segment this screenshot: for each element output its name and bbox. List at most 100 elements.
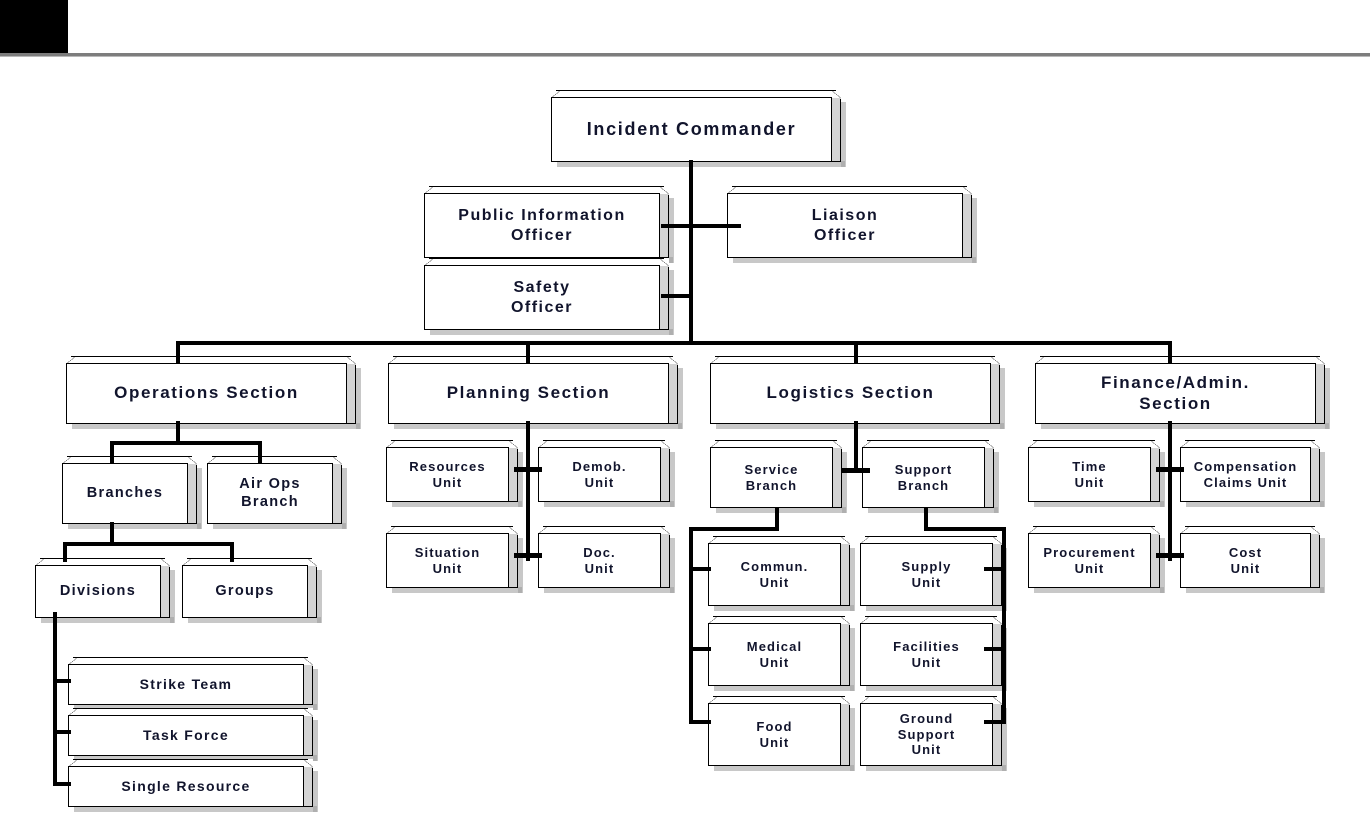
connector-stub-medical-unit — [689, 647, 711, 651]
connector-drop-branches — [110, 441, 114, 463]
node-divisions[interactable]: Divisions — [35, 558, 175, 623]
node-label: Medical Unit — [746, 638, 803, 670]
node-label: Liaison Officer — [811, 206, 879, 244]
box-side — [992, 703, 1002, 766]
node-commun-unit[interactable]: Commun. Unit — [708, 536, 855, 611]
node-label: Procurement Unit — [1043, 544, 1136, 576]
node-label: Air Ops Branch — [239, 475, 301, 510]
node-label: Service Branch — [744, 461, 799, 493]
box-shadow-right — [1160, 452, 1165, 507]
node-resources-unit[interactable]: Resources Unit — [386, 440, 523, 507]
connector-stub-commun-unit — [689, 567, 711, 571]
node-public-information-officer[interactable]: Public Information Officer — [424, 186, 674, 263]
node-cost-unit[interactable]: Cost Unit — [1180, 526, 1325, 593]
box-shadow-right — [518, 452, 523, 507]
node-time-unit[interactable]: Time Unit — [1028, 440, 1165, 507]
node-logistics-section[interactable]: Logistics Section — [710, 356, 1005, 429]
box-shadow-right — [356, 368, 361, 429]
connector-planning-row1 — [514, 467, 542, 472]
box-side — [187, 463, 197, 524]
box-shadow-right — [313, 771, 318, 812]
connector-finance-row2 — [1156, 553, 1184, 558]
box-shadow-right — [841, 102, 846, 167]
box-shadow-right — [994, 452, 999, 513]
node-task-force[interactable]: Task Force — [68, 708, 318, 761]
box-face: Logistics Section — [710, 363, 991, 424]
node-supply-unit[interactable]: Supply Unit — [860, 536, 1007, 611]
node-label: Supply Unit — [901, 558, 952, 590]
node-label: Branches — [86, 484, 164, 501]
node-label: Task Force — [143, 726, 229, 743]
node-safety-officer[interactable]: Safety Officer — [424, 258, 674, 335]
box-side — [660, 447, 670, 502]
node-single-resource[interactable]: Single Resource — [68, 759, 318, 812]
box-face: Situation Unit — [386, 533, 509, 588]
box-face: Ground Support Unit — [860, 703, 993, 766]
node-groups[interactable]: Groups — [182, 558, 322, 623]
box-side — [346, 363, 356, 424]
node-support-branch[interactable]: Support Branch — [862, 440, 999, 513]
box-shadow-right — [972, 198, 977, 263]
box-side — [508, 533, 518, 588]
node-label: Commun. Unit — [740, 558, 809, 590]
connector-stub-task-force — [53, 730, 71, 734]
box-side — [984, 447, 994, 508]
box-face: Cost Unit — [1180, 533, 1311, 588]
node-demob-unit[interactable]: Demob. Unit — [538, 440, 675, 507]
connector-support-branch-elbow — [924, 527, 1006, 531]
box-shadow-right — [317, 570, 322, 623]
node-doc-unit[interactable]: Doc. Unit — [538, 526, 675, 593]
box-shadow-right — [850, 708, 855, 771]
box-shadow-right — [669, 198, 674, 263]
box-side — [832, 447, 842, 508]
box-face: Finance/Admin. Section — [1035, 363, 1316, 424]
node-label: Ground Support Unit — [897, 710, 956, 758]
box-side — [303, 664, 313, 705]
box-shadow-right — [1320, 538, 1325, 593]
connector-service-spine — [689, 527, 693, 724]
node-facilities-unit[interactable]: Facilities Unit — [860, 616, 1007, 691]
box-face: Resources Unit — [386, 447, 509, 502]
node-planning-section[interactable]: Planning Section — [388, 356, 683, 429]
node-incident-commander[interactable]: Incident Commander — [551, 90, 846, 167]
box-face: Air Ops Branch — [207, 463, 333, 524]
node-compensation-claims-unit[interactable]: Compensation Claims Unit — [1180, 440, 1325, 507]
box-face: Single Resource — [68, 766, 304, 807]
node-label: Operations Section — [114, 383, 299, 403]
box-shadow-right — [670, 452, 675, 507]
box-shadow-right — [670, 538, 675, 593]
connector-command-staff-row — [661, 224, 741, 228]
connector-service-branch-elbow — [689, 527, 779, 531]
box-face: Groups — [182, 565, 308, 618]
node-service-branch[interactable]: Service Branch — [710, 440, 847, 513]
box-face: Food Unit — [708, 703, 841, 766]
node-ground-support-unit[interactable]: Ground Support Unit — [860, 696, 1007, 771]
node-strike-team[interactable]: Strike Team — [68, 657, 318, 710]
connector-stub-facilities-unit — [984, 647, 1006, 651]
node-procurement-unit[interactable]: Procurement Unit — [1028, 526, 1165, 593]
box-shadow-right — [518, 538, 523, 593]
box-shadow-right — [1325, 368, 1330, 429]
node-food-unit[interactable]: Food Unit — [708, 696, 855, 771]
box-face: Facilities Unit — [860, 623, 993, 686]
node-finance-admin-section[interactable]: Finance/Admin. Section — [1035, 356, 1330, 429]
node-label: Single Resource — [121, 777, 251, 794]
node-medical-unit[interactable]: Medical Unit — [708, 616, 855, 691]
box-side — [1315, 363, 1325, 424]
box-face: Incident Commander — [551, 97, 832, 162]
node-liaison-officer[interactable]: Liaison Officer — [727, 186, 977, 263]
box-face: Task Force — [68, 715, 304, 756]
node-label: Facilities Unit — [893, 638, 960, 670]
connector-stub-ground-support-unit — [984, 720, 1006, 724]
node-air-ops-branch[interactable]: Air Ops Branch — [207, 456, 347, 529]
node-operations-section[interactable]: Operations Section — [66, 356, 361, 429]
connector-branches-stem — [110, 522, 114, 543]
node-situation-unit[interactable]: Situation Unit — [386, 526, 523, 593]
connector-divisions-bus — [63, 542, 234, 546]
box-side — [332, 463, 342, 524]
box-face: Support Branch — [862, 447, 985, 508]
node-label: Compensation Claims Unit — [1193, 458, 1298, 490]
box-side — [307, 565, 317, 618]
node-branches[interactable]: Branches — [62, 456, 202, 529]
box-shadow-right — [850, 548, 855, 611]
